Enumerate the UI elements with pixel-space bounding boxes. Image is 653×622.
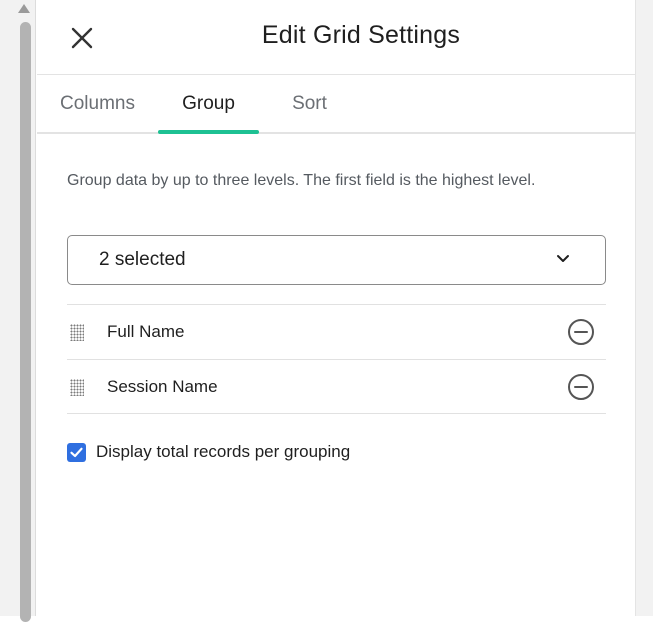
chevron-down-icon — [557, 255, 569, 262]
select-value: 2 selected — [99, 249, 186, 270]
panel-title: Edit Grid Settings — [261, 21, 461, 49]
scroll-thumb[interactable] — [20, 22, 31, 622]
scrollbar[interactable] — [0, 0, 36, 622]
display-totals-label[interactable]: Display total records per grouping — [96, 442, 350, 462]
list-item[interactable]: Session Name — [67, 359, 606, 414]
tab-bar: Columns Group Sort — [37, 75, 635, 134]
tab-group[interactable]: Group — [158, 75, 259, 134]
checkmark-icon — [70, 447, 83, 458]
tab-columns[interactable]: Columns — [37, 75, 158, 134]
remove-field-button[interactable] — [567, 373, 595, 401]
background-area — [635, 0, 653, 616]
remove-field-button[interactable] — [567, 318, 595, 346]
group-field-list: Full Name Session Name — [67, 304, 606, 414]
list-item[interactable]: Full Name — [67, 304, 606, 359]
scroll-up-icon[interactable] — [18, 4, 30, 13]
display-totals-checkbox[interactable] — [67, 443, 86, 462]
minus-circle-icon — [568, 319, 594, 345]
tab-sort[interactable]: Sort — [259, 75, 360, 134]
group-description: Group data by up to three levels. The fi… — [67, 172, 536, 189]
group-field-label: Full Name — [107, 322, 185, 341]
panel-header: Edit Grid Settings — [37, 0, 635, 75]
drag-handle-icon[interactable] — [70, 379, 84, 396]
drag-handle-icon[interactable] — [70, 324, 84, 341]
minus-circle-icon — [568, 374, 594, 400]
group-field-select[interactable]: 2 selected — [67, 235, 606, 285]
group-field-label: Session Name — [107, 377, 218, 396]
active-tab-indicator — [158, 130, 259, 134]
edit-grid-settings-panel: Edit Grid Settings Columns Group Sort Gr… — [37, 0, 635, 616]
